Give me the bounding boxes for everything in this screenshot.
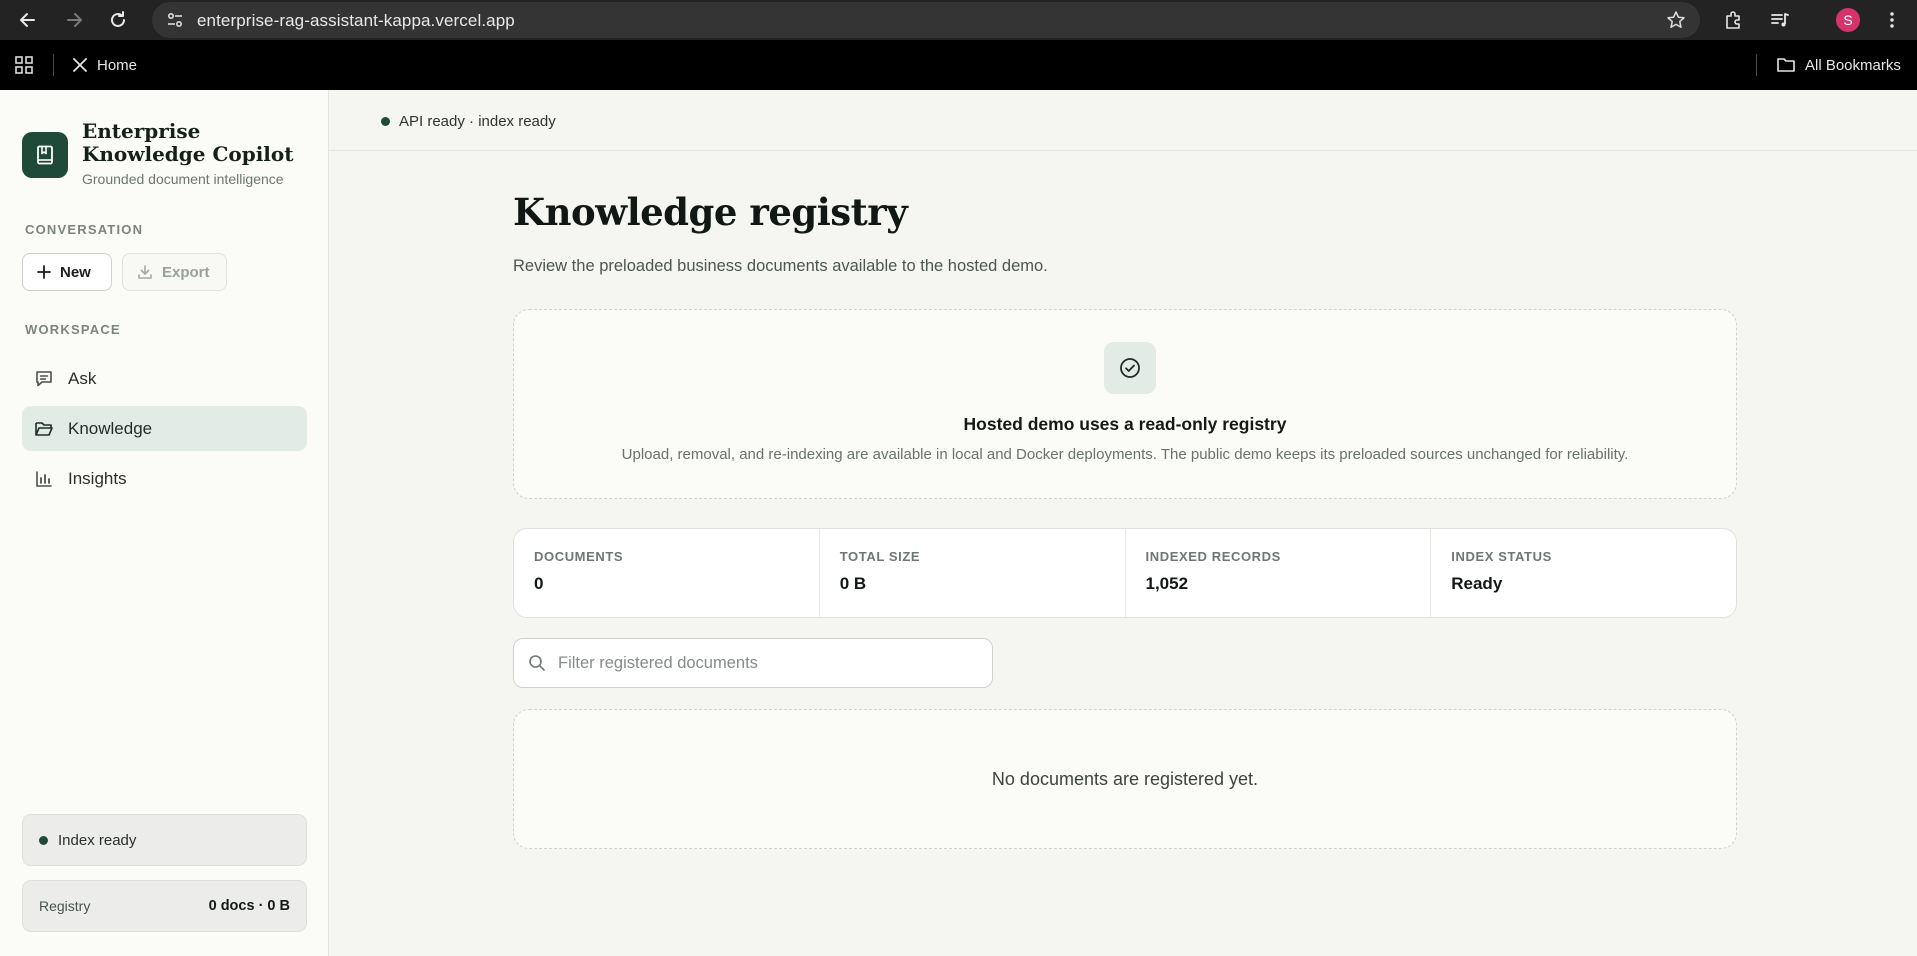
bookmarks-bar: Home All Bookmarks (0, 40, 1917, 90)
sidebar: Enterprise Knowledge Copilot Grounded do… (0, 90, 329, 956)
check-circle-icon (1120, 358, 1140, 378)
stat-value: 0 B (839, 574, 867, 593)
chat-icon (36, 370, 52, 386)
reload-icon (111, 11, 125, 27)
brand-title: Enterprise Knowledge Copilot (82, 119, 294, 166)
site-settings-icon[interactable] (166, 11, 184, 29)
bookmarks-separator (53, 54, 54, 76)
sidebar-item-knowledge[interactable]: Knowledge (22, 406, 307, 451)
all-bookmarks-button[interactable]: All Bookmarks (1776, 54, 1901, 76)
filter-documents-input[interactable] (558, 653, 978, 673)
brand-subtitle: Grounded document intelligence (82, 171, 284, 187)
stats-panel: DOCUMENTS 0 TOTAL SIZE 0 B INDEXED RECOR… (513, 528, 1737, 618)
url-text[interactable]: enterprise-rag-assistant-kappa.vercel.ap… (197, 11, 515, 31)
address-bar[interactable]: enterprise-rag-assistant-kappa.vercel.ap… (152, 2, 1700, 38)
conversation-section-label: CONVERSATION (25, 222, 144, 237)
folder-open-icon (35, 421, 53, 436)
forward-button[interactable] (60, 6, 88, 34)
bookmark-star-icon[interactable] (1666, 10, 1686, 30)
music-queue-icon (1771, 13, 1789, 27)
new-conversation-button[interactable]: New (22, 253, 112, 291)
reload-button[interactable] (104, 6, 132, 34)
profile-avatar[interactable]: S (1836, 8, 1860, 32)
arrow-right-icon (67, 13, 82, 27)
sidebar-item-ask[interactable]: Ask (22, 356, 307, 401)
export-button[interactable]: Export (122, 253, 227, 291)
stat-label: INDEXED RECORDS (1145, 549, 1281, 564)
bookmark-home-label: Home (97, 56, 138, 74)
main-content: API ready · index ready Knowledge regist… (329, 90, 1917, 956)
sidebar-item-label: Insights (68, 468, 127, 488)
notice-icon-tile (1104, 342, 1156, 394)
page-subtitle: Review the preloaded business documents … (513, 257, 1048, 275)
api-status-text: API ready · index ready (399, 112, 556, 130)
workspace-section-label: WORKSPACE (25, 322, 121, 337)
stat-label: DOCUMENTS (534, 549, 624, 564)
page-title: Knowledge registry (513, 190, 908, 234)
export-button-label: Export (162, 263, 210, 281)
documents-empty-state: No documents are registered yet. (513, 709, 1737, 849)
registry-label: Registry (39, 898, 91, 914)
sidebar-item-insights[interactable]: Insights (22, 456, 307, 501)
api-status-bar: API ready · index ready (329, 90, 1917, 151)
stat-total-size: TOTAL SIZE 0 B (820, 529, 1126, 617)
extensions-button[interactable] (1722, 8, 1746, 32)
plus-icon (37, 265, 51, 279)
bar-chart-icon (36, 470, 52, 487)
browser-toolbar: enterprise-rag-assistant-kappa.vercel.ap… (0, 0, 1917, 40)
index-status-card: Index ready (22, 814, 307, 866)
api-status-badge: API ready · index ready (381, 107, 556, 135)
stat-documents: DOCUMENTS 0 (514, 529, 820, 617)
empty-state-message: No documents are registered yet. (991, 768, 1259, 789)
puzzle-icon (1726, 11, 1740, 29)
folder-icon (1777, 58, 1795, 72)
download-icon (138, 265, 152, 279)
sidebar-item-label: Ask (68, 368, 97, 388)
index-status-text: Index ready (58, 831, 137, 849)
sidebar-item-label: Knowledge (68, 418, 153, 438)
brand-logo (22, 132, 68, 178)
new-button-label: New (60, 263, 91, 281)
browser-menu-button[interactable] (1880, 8, 1904, 32)
registry-summary-card: Registry 0 docs · 0 B (22, 880, 307, 932)
bookmark-home[interactable]: Home (72, 54, 137, 76)
stat-value: Ready (1451, 574, 1503, 593)
stat-label: INDEX STATUS (1451, 549, 1552, 564)
media-controls-button[interactable] (1768, 8, 1792, 32)
x-logo-icon (73, 58, 87, 72)
registry-value: 0 docs · 0 B (208, 898, 290, 914)
search-icon (529, 655, 545, 671)
all-bookmarks-label: All Bookmarks (1805, 56, 1901, 74)
notice-text: Upload, removal, and re-indexing are ava… (621, 446, 1629, 463)
stat-value: 1,052 (1145, 574, 1189, 593)
filter-box[interactable] (513, 638, 993, 688)
stat-value: 0 (534, 574, 544, 593)
back-button[interactable] (14, 6, 42, 34)
book-icon (37, 145, 53, 165)
read-only-notice: Hosted demo uses a read-only registry Up… (513, 309, 1737, 499)
bookmarks-separator (1756, 54, 1757, 76)
status-dot (381, 116, 390, 126)
status-dot (39, 835, 48, 845)
apps-grid-icon[interactable] (14, 55, 34, 75)
kebab-menu-icon (1890, 12, 1894, 28)
arrow-left-icon (20, 13, 35, 27)
stat-index-status: INDEX STATUS Ready (1431, 529, 1736, 617)
stat-label: TOTAL SIZE (839, 549, 921, 564)
stat-indexed-records: INDEXED RECORDS 1,052 (1126, 529, 1432, 617)
notice-title: Hosted demo uses a read-only registry (963, 414, 1287, 434)
